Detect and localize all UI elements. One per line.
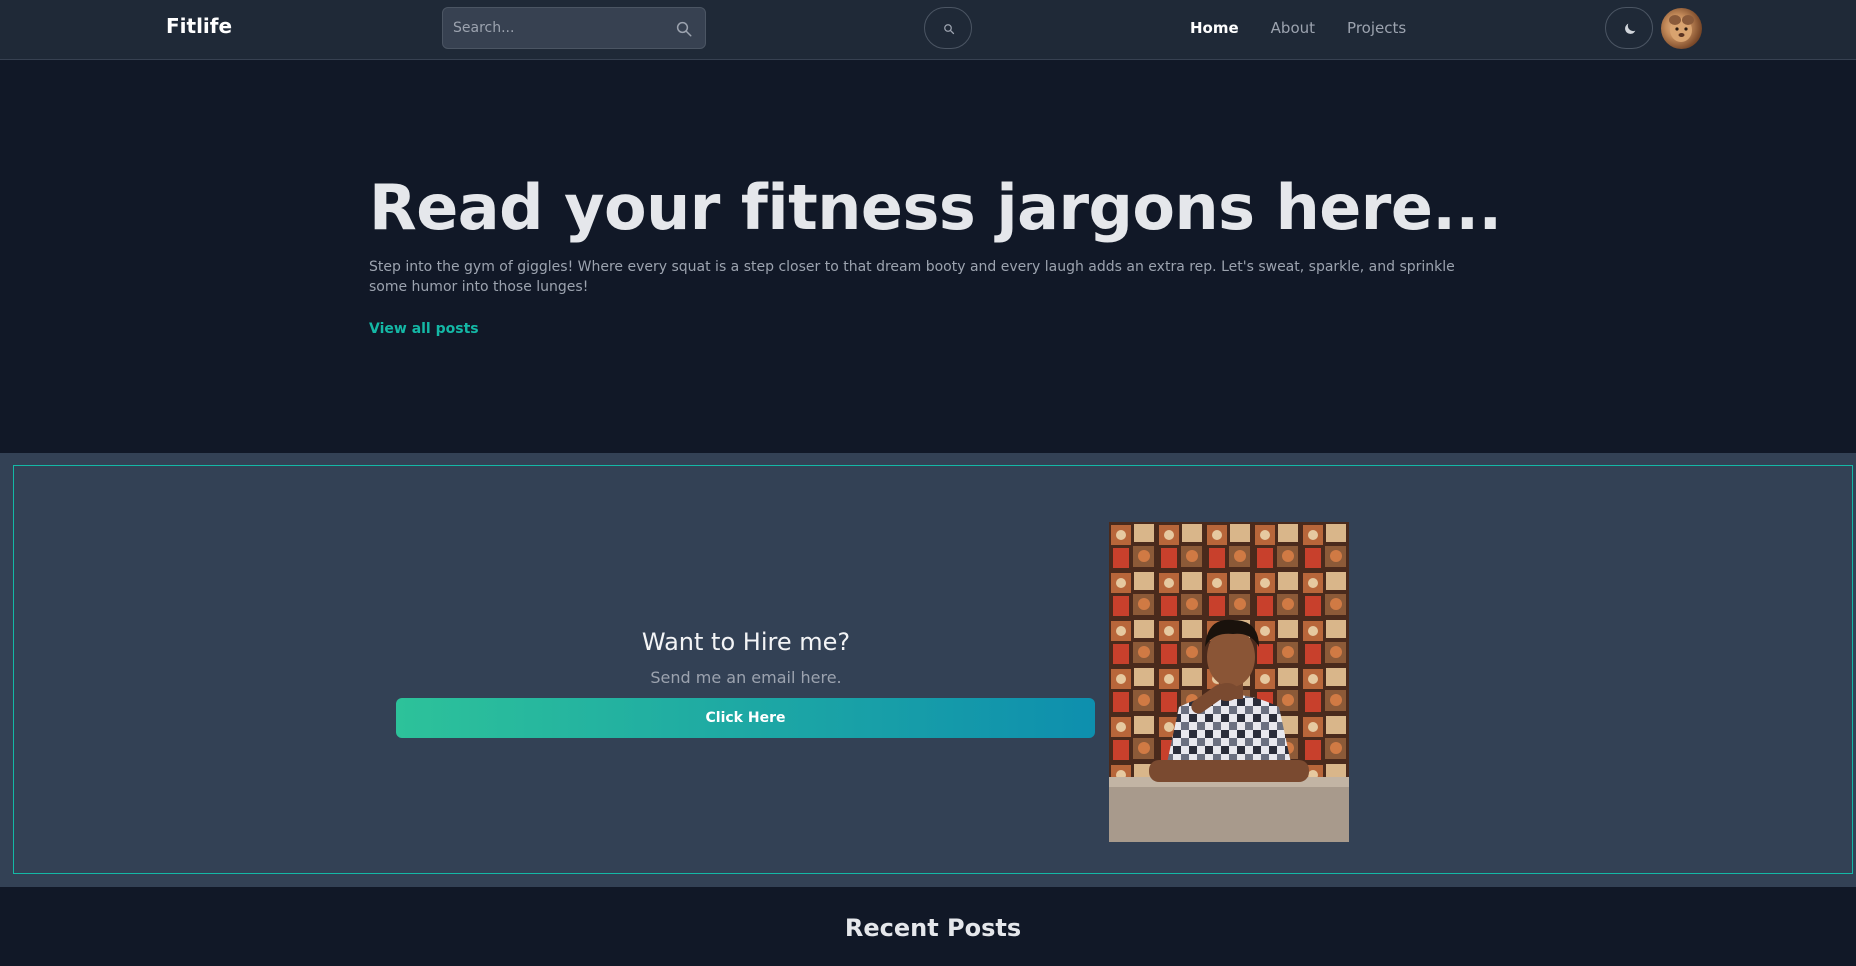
nav-link-home[interactable]: Home xyxy=(1190,19,1239,37)
view-all-posts-link[interactable]: View all posts xyxy=(369,321,479,337)
avatar[interactable] xyxy=(1661,8,1702,49)
hire-card: Want to Hire me? Send me an email here. … xyxy=(13,465,1853,874)
navbar: Fitlife Home About Projects xyxy=(0,0,1856,60)
hero-section: Read your fitness jargons here... Step i… xyxy=(0,61,1856,453)
nav-links: Home About Projects xyxy=(1190,19,1406,37)
nav-link-about[interactable]: About xyxy=(1271,19,1315,37)
recent-posts-section: Recent Posts xyxy=(0,887,1856,966)
click-here-button[interactable]: Click Here xyxy=(396,698,1095,738)
search-icon[interactable] xyxy=(675,20,693,38)
search-icon xyxy=(944,24,955,35)
recent-posts-heading: Recent Posts xyxy=(844,914,1022,942)
hire-section: Want to Hire me? Send me an email here. … xyxy=(0,453,1856,887)
search-button[interactable] xyxy=(924,7,972,49)
nav-link-projects[interactable]: Projects xyxy=(1347,19,1406,37)
hero-title: Read your fitness jargons here... xyxy=(369,171,1502,244)
theme-toggle-button[interactable] xyxy=(1605,7,1653,49)
hero-description: Step into the gym of giggles! Where ever… xyxy=(369,259,1455,295)
search-field[interactable] xyxy=(442,7,706,49)
brand-logo[interactable]: Fitlife xyxy=(166,14,232,38)
avatar-image xyxy=(1669,15,1694,42)
hire-subtitle: Send me an email here. xyxy=(650,668,842,687)
moon-icon xyxy=(1625,23,1636,34)
search-input[interactable] xyxy=(443,8,705,48)
profile-photo xyxy=(1109,522,1349,842)
hire-title: Want to Hire me? xyxy=(641,628,851,656)
